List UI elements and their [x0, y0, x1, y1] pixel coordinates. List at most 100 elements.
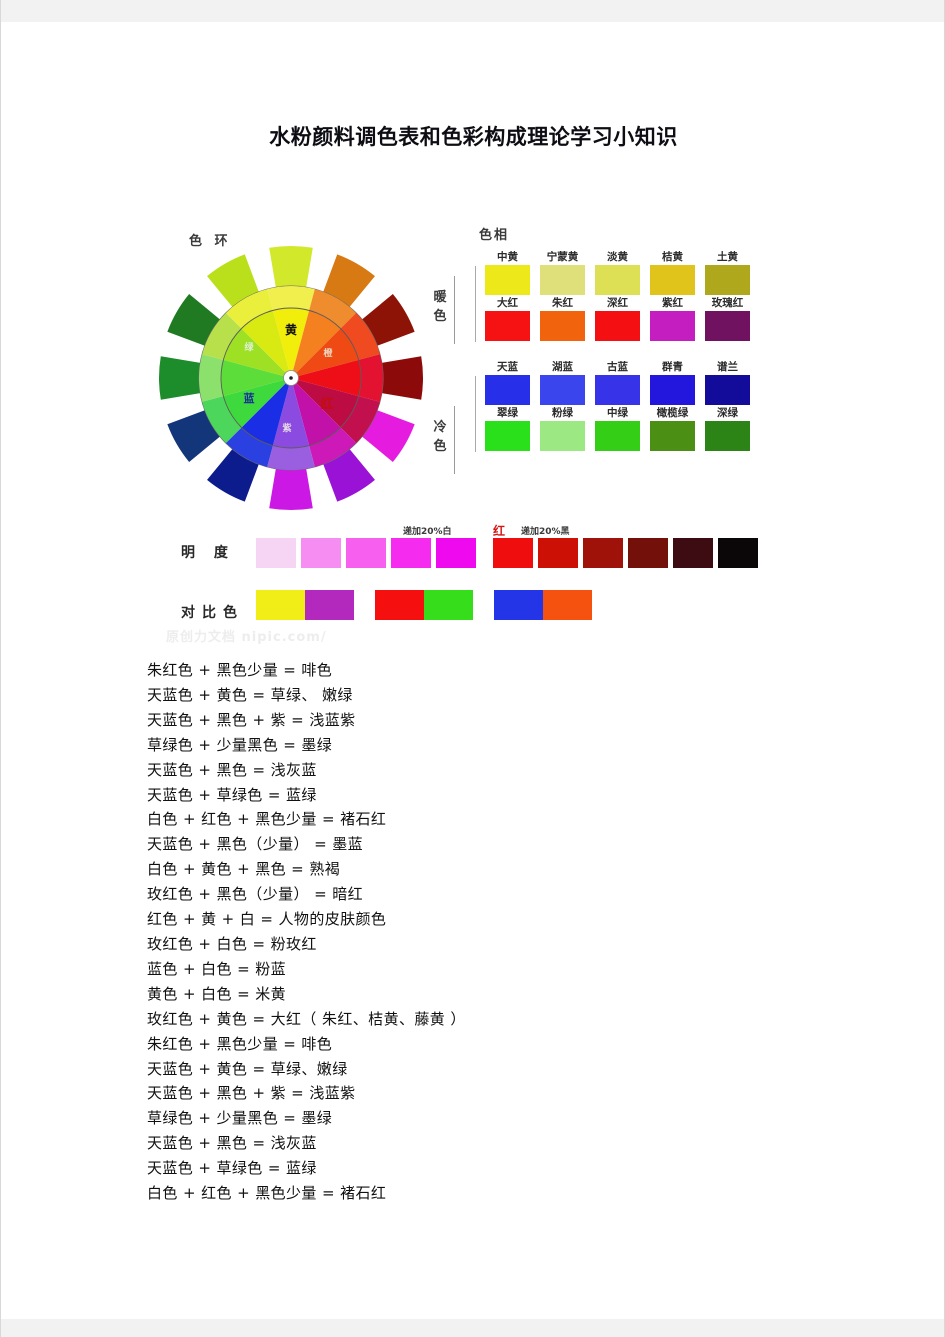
hue-swatch-name: 粉绿	[552, 407, 573, 419]
hue-swatch-name: 谱兰	[717, 361, 738, 373]
hue-swatch-name: 橄榄绿	[656, 407, 689, 419]
hue-swatch-cell[interactable]: 谱兰	[705, 360, 750, 405]
hue-swatch-chip[interactable]	[595, 375, 640, 405]
hue-swatch-cell[interactable]: 大红	[485, 296, 530, 341]
hue-swatch-chip[interactable]	[650, 375, 695, 405]
hue-swatch-chip[interactable]	[705, 421, 750, 451]
wheel-sector	[269, 246, 313, 288]
contrast-chip[interactable]	[305, 590, 354, 620]
wheel-hub-dot	[289, 376, 293, 380]
hue-swatch-name: 古蓝	[607, 361, 628, 373]
warm-group-rule	[454, 276, 455, 344]
hue-swatch-chip[interactable]	[705, 311, 750, 341]
hue-swatch-name: 玫瑰红	[711, 297, 744, 309]
hue-swatch-cell[interactable]: 中绿	[595, 406, 640, 451]
brightness-dark-chip[interactable]	[718, 538, 758, 568]
cool-colors-label: 冷色	[433, 420, 447, 454]
hue-swatch-chip[interactable]	[705, 265, 750, 295]
hue-swatch-name: 土黄	[717, 251, 738, 263]
recipe-line: 白色 + 黄色 + 黑色 = 熟褐	[147, 860, 341, 879]
hue-swatch-cell[interactable]: 土黄	[705, 250, 750, 295]
hue-swatch-cell[interactable]: 深红	[595, 296, 640, 341]
recipe-line: 朱红色 + 黑色少量 = 啡色	[147, 1034, 333, 1053]
recipe-line: 玫红色 + 黑色（少量） = 暗红	[147, 885, 364, 904]
hue-swatch-chip[interactable]	[595, 421, 640, 451]
contrast-chip[interactable]	[424, 590, 473, 620]
brightness-dark-chip[interactable]	[493, 538, 533, 568]
hue-swatch-groups: 中黄 宁蒙黄 淡黄 桔黄 土黄大红 朱红 深红 紫红 玫瑰红天蓝 湖蓝 古蓝 群青 谱兰翠绿 粉绿 中绿 橄榄…	[471, 250, 761, 452]
hue-swatch-cell[interactable]: 紫红	[650, 296, 695, 341]
brightness-light-chip[interactable]	[256, 538, 296, 568]
hue-swatch-cell[interactable]: 湖蓝	[540, 360, 585, 405]
hue-swatch-chip[interactable]	[485, 265, 530, 295]
contrast-chip[interactable]	[256, 590, 305, 620]
hue-swatch-chip[interactable]	[705, 375, 750, 405]
recipe-line: 天蓝色 + 黑色（少量） = 墨蓝	[147, 835, 364, 854]
cool-group-rule	[454, 406, 455, 474]
hue-swatch-chip[interactable]	[540, 311, 585, 341]
hue-swatch-cell[interactable]: 中黄	[485, 250, 530, 295]
hue-swatch-cell[interactable]: 翠绿	[485, 406, 530, 451]
brightness-dark-chip[interactable]	[538, 538, 578, 568]
hue-swatch-row: 翠绿 粉绿 中绿 橄榄绿 深绿	[485, 406, 761, 451]
hue-swatch-chip[interactable]	[485, 421, 530, 451]
brightness-label: 明 度	[181, 545, 235, 561]
contrast-chip[interactable]	[543, 590, 592, 620]
brightness-dark-chip[interactable]	[673, 538, 713, 568]
hue-swatch-chip[interactable]	[540, 421, 585, 451]
contrast-swatch-strip	[256, 590, 592, 620]
hue-group-rule	[475, 266, 476, 342]
hue-swatch-cell[interactable]: 天蓝	[485, 360, 530, 405]
contrast-chip[interactable]	[494, 590, 543, 620]
hue-swatch-chip[interactable]	[540, 375, 585, 405]
color-wheel-svg: 黄 橙 红 紫 蓝 绿	[159, 246, 423, 510]
hue-swatch-chip[interactable]	[540, 265, 585, 295]
hue-swatch-cell[interactable]: 粉绿	[540, 406, 585, 451]
brightness-dark-chip[interactable]	[583, 538, 623, 568]
hue-swatch-chip[interactable]	[650, 311, 695, 341]
hue-swatch-cell[interactable]: 朱红	[540, 296, 585, 341]
recipe-line: 玫红色 + 白色 = 粉玫红	[147, 934, 317, 953]
brightness-annotation-white: 递加20%白	[403, 527, 452, 537]
hue-group-cool: 天蓝 湖蓝 古蓝 群青 谱兰翠绿 粉绿 中绿 橄榄绿 深绿	[471, 360, 761, 452]
hue-swatch-cell[interactable]: 群青	[650, 360, 695, 405]
wheel-label-orange: 橙	[323, 347, 333, 359]
page-top-margin-strip	[1, 0, 944, 22]
hue-swatch-chip[interactable]	[485, 375, 530, 405]
recipe-line: 红色 + 黄 + 白 = 人物的皮肤颜色	[147, 910, 387, 929]
brightness-light-chip[interactable]	[301, 538, 341, 568]
hue-swatch-chip[interactable]	[595, 265, 640, 295]
recipe-line: 天蓝色 + 黑色 + 紫 = 浅蓝紫	[147, 1084, 356, 1103]
recipe-line: 白色 + 红色 + 黑色少量 = 褚石红	[147, 810, 387, 829]
wheel-sector	[269, 468, 313, 510]
hue-swatch-name: 群青	[662, 361, 683, 373]
recipe-line: 天蓝色 + 黄色 = 草绿、嫩绿	[147, 1059, 348, 1078]
hue-swatch-cell[interactable]: 宁蒙黄	[540, 250, 585, 295]
hue-swatch-cell[interactable]: 淡黄	[595, 250, 640, 295]
contrast-chip[interactable]	[375, 590, 424, 620]
hue-swatch-cell[interactable]: 深绿	[705, 406, 750, 451]
recipe-line: 草绿色 + 少量黑色 = 墨绿	[147, 1109, 333, 1128]
hue-group-warm: 中黄 宁蒙黄 淡黄 桔黄 土黄大红 朱红 深红 紫红 玫瑰红	[471, 250, 761, 342]
hue-swatch-chip[interactable]	[595, 311, 640, 341]
brightness-light-chip[interactable]	[346, 538, 386, 568]
hue-group-rule	[475, 376, 476, 452]
brightness-light-chip[interactable]	[436, 538, 476, 568]
hue-swatch-cell[interactable]: 玫瑰红	[705, 296, 750, 341]
hue-swatch-name: 翠绿	[497, 407, 518, 419]
recipe-line: 天蓝色 + 黑色 = 浅灰蓝	[147, 1134, 317, 1153]
watermark: 原创力文档 nipic.com/	[166, 630, 327, 645]
brightness-dark-chip[interactable]	[628, 538, 668, 568]
hue-swatch-chip[interactable]	[650, 265, 695, 295]
wheel-sector	[267, 445, 315, 470]
hue-swatch-name: 紫红	[662, 297, 683, 309]
brightness-light-chip[interactable]	[391, 538, 431, 568]
hue-swatch-name: 淡黄	[607, 251, 628, 263]
wheel-sector	[358, 354, 383, 402]
hue-swatch-chip[interactable]	[485, 311, 530, 341]
hue-swatch-cell[interactable]: 古蓝	[595, 360, 640, 405]
hue-swatch-cell[interactable]: 桔黄	[650, 250, 695, 295]
hue-swatch-chip[interactable]	[650, 421, 695, 451]
hue-group-spacer	[471, 342, 761, 360]
hue-swatch-cell[interactable]: 橄榄绿	[650, 406, 695, 451]
